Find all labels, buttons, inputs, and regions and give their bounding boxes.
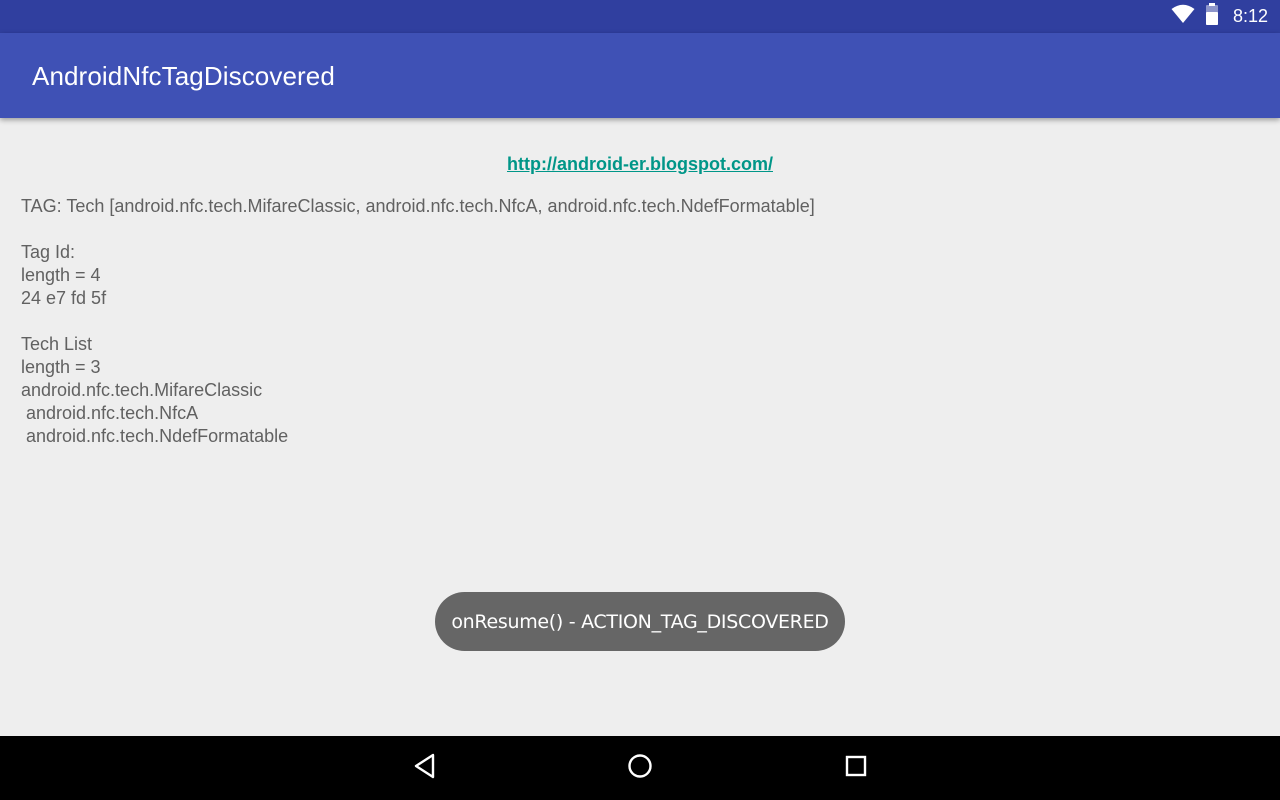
toast-message: onResume() - ACTION_TAG_DISCOVERED <box>435 592 845 651</box>
navigation-bar <box>0 736 1280 800</box>
main-content: http://android-er.blogspot.com/ TAG: Tec… <box>0 118 1280 736</box>
wifi-icon <box>1171 4 1195 29</box>
app-bar: AndroidNfcTagDiscovered <box>0 33 1280 118</box>
status-icons: 8:12 <box>1171 0 1268 33</box>
screen: 8:12 AndroidNfcTagDiscovered http://andr… <box>0 0 1280 800</box>
blog-link[interactable]: http://android-er.blogspot.com/ <box>0 154 1280 175</box>
recents-icon <box>845 755 867 782</box>
status-bar: 8:12 <box>0 0 1280 33</box>
tag-info-text: TAG: Tech [android.nfc.tech.MifareClassi… <box>21 196 815 446</box>
recents-button[interactable] <box>836 748 876 788</box>
home-icon <box>627 753 653 784</box>
back-button[interactable] <box>405 748 445 788</box>
back-icon <box>413 753 437 784</box>
toast-text: onResume() - ACTION_TAG_DISCOVERED <box>451 610 829 633</box>
home-button[interactable] <box>620 748 660 788</box>
status-time: 8:12 <box>1232 6 1268 26</box>
app-title: AndroidNfcTagDiscovered <box>32 61 335 91</box>
battery-icon <box>1205 3 1219 30</box>
